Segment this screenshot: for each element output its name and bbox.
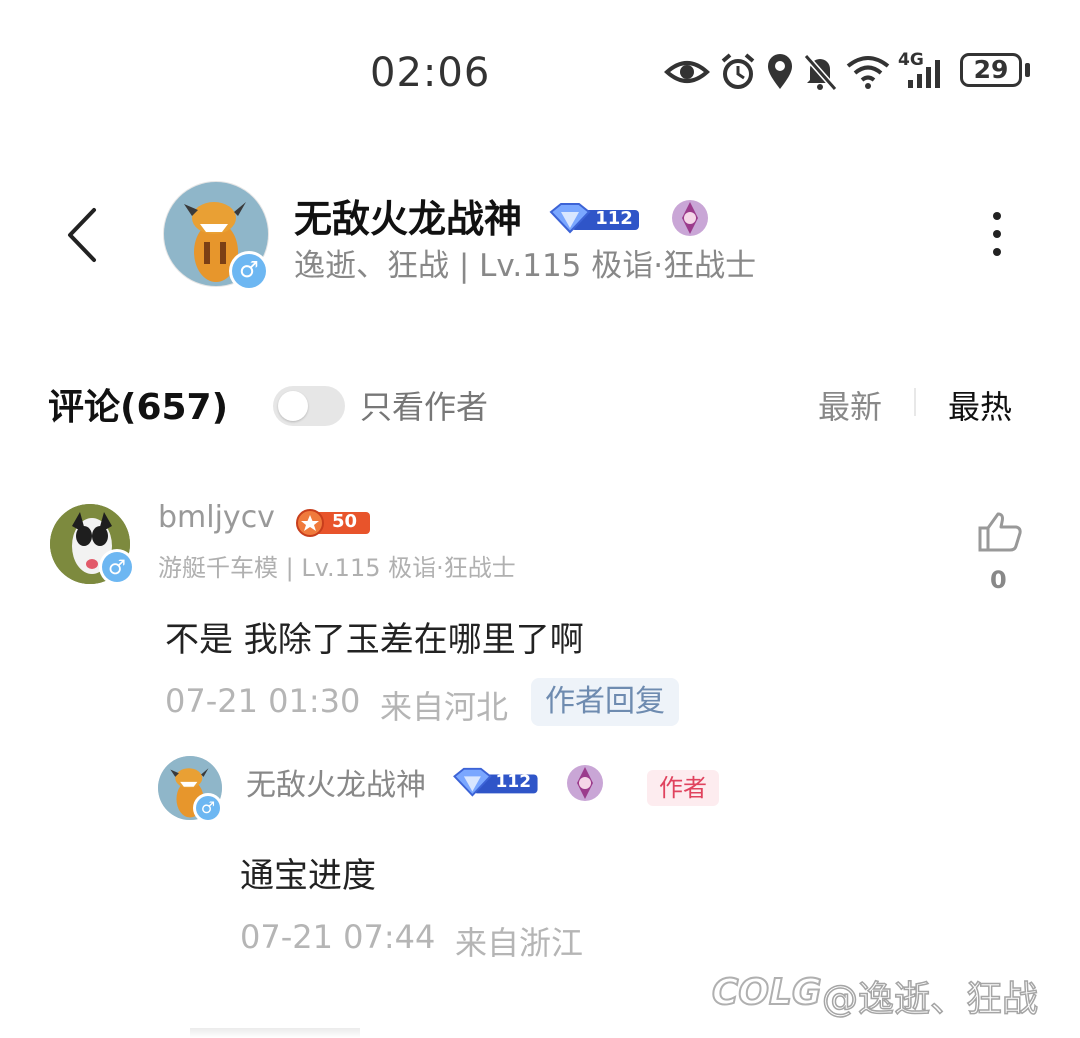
reply-time: 07-21 07:44 <box>240 918 436 956</box>
male-gender-icon: ♂ <box>232 254 266 288</box>
sort-hot-tab[interactable]: 最热 <box>948 382 1012 428</box>
like-count: 0 <box>990 566 1007 594</box>
author-only-label[interactable]: 只看作者 <box>360 382 488 428</box>
reply-location: 来自浙江 <box>455 924 584 962</box>
male-gender-icon: ♂ <box>196 796 220 820</box>
sort-divider <box>914 388 916 416</box>
reply-username[interactable]: 无敌火龙战神 112 <box>246 760 607 805</box>
author-name-text: 无敌火龙战神 <box>294 197 523 241</box>
mute-bell-icon <box>803 54 838 91</box>
location-icon <box>768 54 792 89</box>
alarm-icon <box>721 53 755 89</box>
reply-text: 通宝进度 <box>240 856 376 896</box>
level-badge: 112 <box>549 200 641 236</box>
toggle-knob[interactable] <box>278 391 308 421</box>
author-reply-tag: 作者回复 <box>531 678 679 726</box>
commenter-username[interactable]: bmljycv <box>158 500 275 535</box>
author-subtitle: 逸逝、狂战 | Lv.115 极诣·狂战士 <box>294 248 757 284</box>
author-tag: 作者 <box>647 770 719 806</box>
male-gender-icon: ♂ <box>102 552 132 582</box>
more-options-icon[interactable] <box>980 208 1014 260</box>
battery-indicator: 29 <box>960 53 1022 87</box>
comment-location: 来自河北 <box>380 688 509 726</box>
author-name[interactable]: 无敌火龙战神 112 <box>294 188 712 243</box>
comment-time: 07-21 01:30 <box>165 682 361 720</box>
reply-level-badge-number: 112 <box>495 772 532 792</box>
watermark-logo: COLG <box>711 971 823 1014</box>
battery-nub <box>1025 63 1030 77</box>
emblem-icon <box>567 765 604 801</box>
status-time: 02:06 <box>370 50 491 96</box>
medal-badge-number: 50 <box>332 511 358 532</box>
sort-latest-tab[interactable]: 最新 <box>818 382 882 428</box>
commenter-subtitle: 游艇千车模 | Lv.115 极诣·狂战士 <box>158 554 516 582</box>
emblem-icon <box>672 200 709 236</box>
comments-title: 评论(657) <box>48 387 229 428</box>
comment-text: 不是 我除了玉差在哪里了啊 <box>165 620 584 660</box>
reply-username-text: 无敌火龙战神 <box>246 768 426 803</box>
back-button[interactable] <box>58 200 108 270</box>
thumbs-up-icon[interactable] <box>976 510 1024 554</box>
wifi-icon <box>846 56 890 89</box>
level-badge-number: 112 <box>595 208 633 229</box>
watermark-text: @逸逝、狂战 <box>821 978 1039 1021</box>
reply-level-badge: 112 <box>452 765 540 799</box>
commenter-level-badge: 50 <box>292 508 372 538</box>
eye-icon <box>664 61 710 83</box>
signal-icon <box>908 60 940 88</box>
